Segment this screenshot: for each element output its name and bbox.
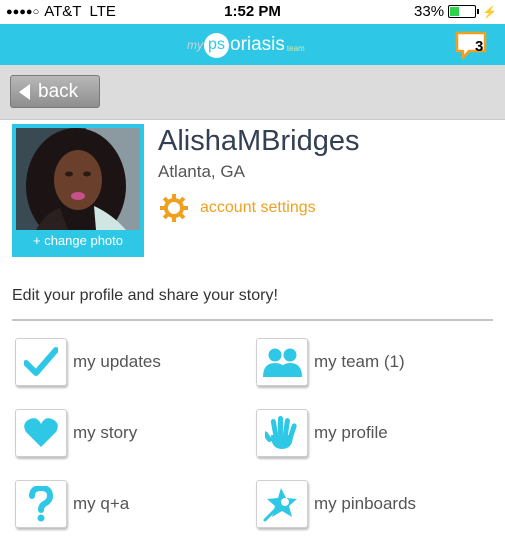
logo-oriasis: oriasis xyxy=(230,34,285,55)
account-settings-label: account settings xyxy=(200,199,316,216)
back-button[interactable]: back xyxy=(10,75,100,108)
app-logo[interactable]: my ps oriasis team xyxy=(187,32,305,58)
avatar xyxy=(16,128,140,230)
menu-label-pinboards: my pinboards xyxy=(314,494,417,513)
back-label: back xyxy=(38,80,79,102)
hand-icon xyxy=(256,409,308,457)
app-header: my ps oriasis team 3 xyxy=(0,24,505,65)
heart-icon xyxy=(15,409,67,457)
team-icon xyxy=(256,338,308,386)
menu-label-story: my story xyxy=(73,423,138,442)
charging-icon: ⚡ xyxy=(482,4,497,19)
profile-photo-frame: + change photo xyxy=(12,124,144,257)
question-icon xyxy=(15,480,67,528)
gear-icon xyxy=(160,194,188,222)
battery-icon xyxy=(448,5,477,18)
profile-photo[interactable] xyxy=(16,128,140,230)
battery-tip xyxy=(477,9,480,14)
menu-item-pinboards[interactable]: my pinboards xyxy=(256,480,416,528)
menu-item-profile[interactable]: my profile xyxy=(256,409,388,457)
change-photo-link[interactable]: + change photo xyxy=(12,233,144,248)
logo-ps: ps xyxy=(204,32,229,58)
battery-fill xyxy=(450,7,459,16)
menu-item-story[interactable]: my story xyxy=(15,409,137,457)
divider xyxy=(12,319,493,321)
menu-item-qa[interactable]: my q+a xyxy=(15,480,129,528)
nav-bar: back xyxy=(0,65,505,120)
menu-label-updates: my updates xyxy=(73,352,161,371)
status-bar: ●●●●○ AT&T LTE 1:52 PM 33% ⚡ xyxy=(0,0,505,24)
profile-location: Atlanta, GA xyxy=(158,162,245,181)
profile-tagline: Edit your profile and share your story! xyxy=(12,287,278,304)
menu-item-updates[interactable]: my updates xyxy=(15,338,161,386)
logo-team: team xyxy=(286,43,305,53)
notification-count: 3 xyxy=(475,38,484,55)
notifications-button[interactable]: 3 xyxy=(455,31,489,61)
checkmark-icon xyxy=(15,338,67,386)
account-settings-link[interactable]: account settings xyxy=(160,194,316,222)
pinboard-icon xyxy=(256,480,308,528)
logo-my: my xyxy=(187,38,203,52)
menu-item-team[interactable]: my team (1) xyxy=(256,338,405,386)
profile-username: AlishaMBridges xyxy=(158,125,360,157)
status-right: 33% ⚡ xyxy=(414,3,497,20)
back-arrow-icon xyxy=(19,83,30,100)
menu-label-team: my team (1) xyxy=(314,352,405,371)
chat-bubble-icon xyxy=(455,31,487,60)
menu-label-profile: my profile xyxy=(314,423,388,442)
battery-percent: 33% xyxy=(414,3,445,20)
menu-label-qa: my q+a xyxy=(73,494,130,513)
